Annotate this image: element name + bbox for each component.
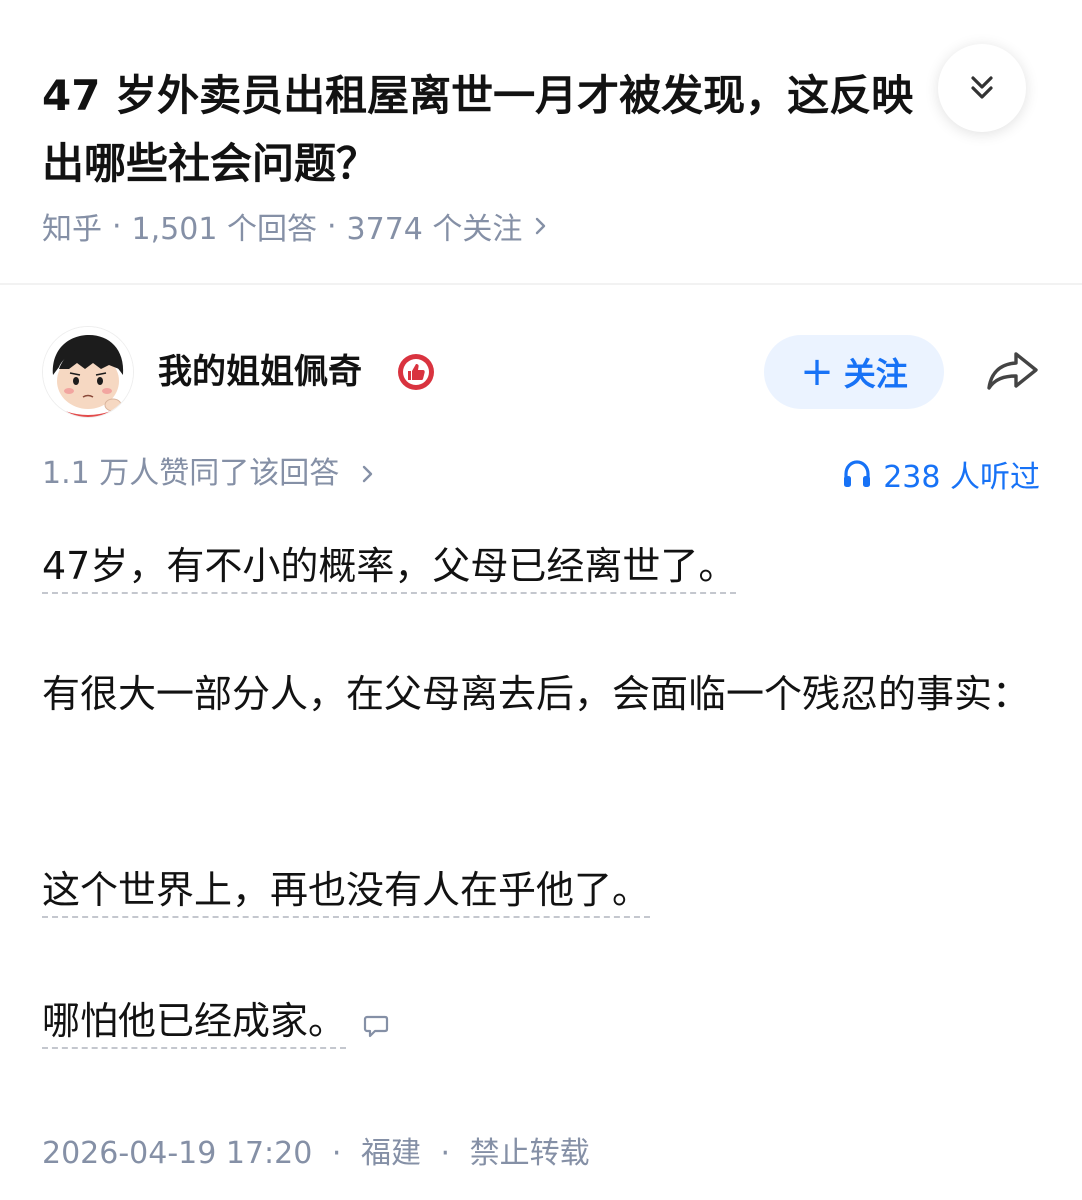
upvote-count[interactable]: 1.1 万人赞同了该回答 xyxy=(42,452,379,496)
publish-date: 2026-04-19 17:20 xyxy=(42,1136,313,1171)
avatar-image xyxy=(43,327,133,417)
follow-count: 3774 个关注 xyxy=(346,212,523,247)
share-arrow-icon[interactable] xyxy=(984,348,1042,394)
follow-button[interactable]: + 关注 xyxy=(764,335,944,409)
question-meta[interactable]: 知乎 · 1,501 个回答 · 3774 个关注 xyxy=(42,204,552,248)
chevron-right-icon xyxy=(536,217,546,235)
comment-bubble-icon[interactable] xyxy=(362,1012,390,1040)
chevron-right-icon xyxy=(362,465,372,483)
meta-separator: · xyxy=(331,1136,342,1171)
meta-separator: · xyxy=(440,1136,451,1171)
listen-button[interactable]: 238 人听过 xyxy=(841,452,1040,496)
listen-count: 238 人听过 xyxy=(883,460,1040,495)
author-row: 我的姐姐佩奇 + 关注 xyxy=(0,322,1082,422)
upvote-label: 1.1 万人赞同了该回答 xyxy=(42,456,340,491)
answer-paragraph-3: 这个世界上，再也没有人在乎他了。 xyxy=(42,855,1042,925)
avatar[interactable] xyxy=(42,326,134,418)
stats-row: 1.1 万人赞同了该回答 238 人听过 xyxy=(0,452,1082,496)
section-divider xyxy=(0,283,1082,285)
meta-separator: · xyxy=(112,208,122,244)
follow-label: 关注 xyxy=(843,355,908,393)
headphone-icon xyxy=(844,460,871,487)
meta-separator: · xyxy=(326,208,337,244)
answer-count: 1,501 个回答 xyxy=(131,212,317,247)
answer-paragraph-2: 有很大一部分人，在父母离去后，会面临一个残忍的事实： xyxy=(42,672,1031,716)
collapse-button[interactable] xyxy=(938,44,1026,132)
double-chevron-down-icon xyxy=(971,76,993,99)
question-source: 知乎 xyxy=(42,212,102,247)
answer-paragraph-4: 哪怕他已经成家。 xyxy=(42,986,1042,1056)
question-header: 47 岁外卖员出租屋离世一月才被发现，这反映出哪些社会问题？ 知乎 · 1,50… xyxy=(0,0,1082,282)
author-name[interactable]: 我的姐姐佩奇 xyxy=(158,350,362,394)
answer-paragraph-1: 47岁，有不小的概率，父母已经离世了。 xyxy=(42,531,1042,601)
question-title[interactable]: 47 岁外卖员出租屋离世一月才被发现，这反映出哪些社会问题？ xyxy=(42,62,922,198)
highlighted-text[interactable]: 哪怕他已经成家。 xyxy=(42,999,347,1049)
highlighted-text[interactable]: 这个世界上，再也没有人在乎他了。 xyxy=(42,868,651,918)
plus-icon: + xyxy=(800,349,834,395)
publish-location: 福建 xyxy=(360,1136,421,1171)
answer-footer-meta: 2026-04-19 17:20 · 福建 · 禁止转载 xyxy=(42,1132,590,1176)
copyright-notice: 禁止转载 xyxy=(469,1136,590,1171)
thumbs-up-badge-icon xyxy=(398,354,434,390)
highlighted-text[interactable]: 47岁，有不小的概率，父母已经离世了。 xyxy=(42,544,737,594)
